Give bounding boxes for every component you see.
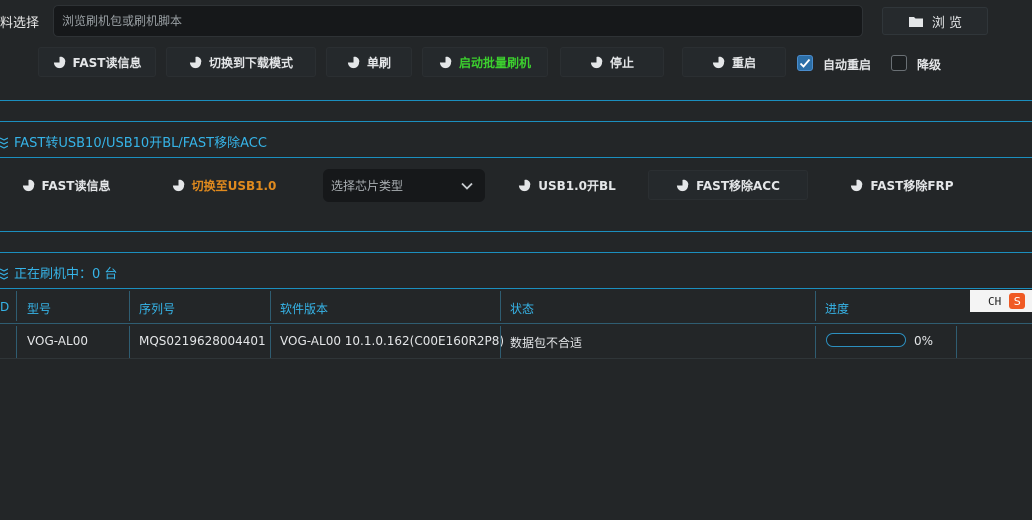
col-header-serial[interactable]: 序列号	[139, 300, 175, 317]
column-divider	[129, 326, 130, 358]
progress-bar	[826, 333, 906, 347]
column-divider	[16, 326, 17, 358]
cell-progress-text: 0%	[914, 334, 934, 348]
fast-section-title: FAST转USB10/USB10开BL/FAST移除ACC	[14, 136, 267, 151]
checkmark-icon	[799, 58, 811, 68]
fast-read-label: FAST读信息	[72, 55, 142, 70]
browse-label: 浏 览	[931, 15, 963, 31]
column-divider	[815, 326, 816, 358]
divider-line	[0, 252, 1032, 253]
flashing-count-title: 正在刷机中：0 台	[14, 267, 118, 282]
ime-language: CH	[988, 294, 1002, 308]
pie-chart-icon	[53, 55, 66, 68]
pie-chart-icon	[172, 178, 185, 191]
pie-chart-icon	[851, 178, 863, 191]
usb10-unlock-bl-button[interactable]: USB1.0开BL	[505, 170, 629, 200]
column-divider	[500, 291, 501, 321]
downgrade-label: 降级	[917, 58, 942, 72]
reboot-button[interactable]: 重启	[682, 47, 786, 77]
remove-frp-label: FAST移除FRP	[870, 178, 954, 193]
auto-reboot-checkbox[interactable]	[797, 55, 813, 71]
fast-read-info-button-2[interactable]: FAST读信息	[10, 170, 122, 200]
divider-line	[0, 157, 1032, 158]
column-divider	[270, 291, 271, 321]
cell-version: VOG-AL00 10.1.0.162(C00E160R2P8)	[280, 334, 505, 348]
switch-usb10-label: 切换至USB1.0	[191, 178, 277, 193]
folder-icon	[908, 16, 923, 27]
usb10-unlock-label: USB1.0开BL	[538, 178, 616, 193]
chip-type-select[interactable]: 选择芯片类型	[323, 169, 485, 202]
col-header-version[interactable]: 软件版本	[280, 300, 328, 317]
cell-status: 数据包不合适	[510, 336, 583, 350]
chevron-down-icon	[461, 182, 473, 190]
layers-icon	[0, 267, 8, 280]
sogou-icon: S	[1009, 293, 1026, 309]
file-path-input[interactable]: 浏览刷机包或刷机脚本	[53, 5, 863, 37]
auto-reboot-label: 自动重启	[823, 58, 872, 72]
downgrade-checkbox[interactable]	[891, 55, 907, 71]
pie-chart-icon	[189, 55, 202, 68]
column-divider	[500, 326, 501, 358]
stop-label: 停止	[609, 55, 634, 70]
column-divider	[815, 291, 816, 321]
pie-chart-icon	[22, 178, 35, 191]
fast-section-header: FAST转USB10/USB10开BL/FAST移除ACC	[0, 132, 267, 151]
pie-chart-icon	[712, 55, 725, 68]
batch-flash-button[interactable]: 启动批量刷机	[422, 47, 548, 77]
switch-usb10-button[interactable]: 切换至USB1.0	[160, 170, 288, 200]
divider-line	[0, 288, 1032, 289]
flashing-section-header: 正在刷机中：0 台	[0, 263, 117, 282]
browse-button[interactable]: 浏 览	[882, 7, 988, 35]
batch-flash-label: 启动批量刷机	[458, 55, 531, 70]
pie-chart-icon	[677, 178, 689, 191]
col-header-model[interactable]: 型号	[27, 300, 51, 317]
row-bottom-line	[0, 358, 1032, 359]
divider-line	[0, 121, 1032, 122]
remove-acc-label: FAST移除ACC	[696, 178, 780, 193]
divider-line	[0, 100, 1032, 101]
ime-indicator[interactable]: CH S	[970, 290, 1032, 312]
divider-line	[0, 231, 1032, 232]
fast-read-label-2: FAST读信息	[41, 178, 111, 193]
single-flash-label: 单刷	[366, 55, 391, 70]
col-header-id[interactable]: D	[0, 300, 9, 314]
pie-chart-icon	[519, 178, 531, 191]
switch-download-label: 切换到下载模式	[208, 55, 293, 70]
file-select-label: 料选择	[0, 16, 40, 31]
column-divider	[129, 291, 130, 321]
column-divider	[956, 326, 957, 358]
reboot-label: 重启	[731, 55, 756, 70]
layers-icon	[0, 136, 8, 149]
cell-model: VOG-AL00	[27, 334, 88, 348]
col-header-progress[interactable]: 进度	[825, 300, 849, 317]
col-header-status[interactable]: 状态	[510, 300, 534, 317]
column-divider	[16, 291, 17, 321]
single-flash-button[interactable]: 单刷	[326, 47, 412, 77]
cell-serial: MQS0219628004401	[139, 334, 266, 348]
fast-read-info-button[interactable]: FAST读信息	[38, 47, 156, 77]
stop-button[interactable]: 停止	[560, 47, 664, 77]
column-divider	[270, 326, 271, 358]
switch-download-mode-button[interactable]: 切换到下载模式	[166, 47, 316, 77]
pie-chart-icon	[590, 55, 603, 68]
chip-type-placeholder: 选择芯片类型	[331, 179, 404, 193]
header-bottom-line	[0, 323, 1032, 324]
pie-chart-icon	[347, 55, 360, 68]
fast-remove-acc-button[interactable]: FAST移除ACC	[648, 170, 808, 200]
pie-chart-icon	[439, 55, 452, 68]
fast-remove-frp-button[interactable]: FAST移除FRP	[840, 170, 964, 200]
